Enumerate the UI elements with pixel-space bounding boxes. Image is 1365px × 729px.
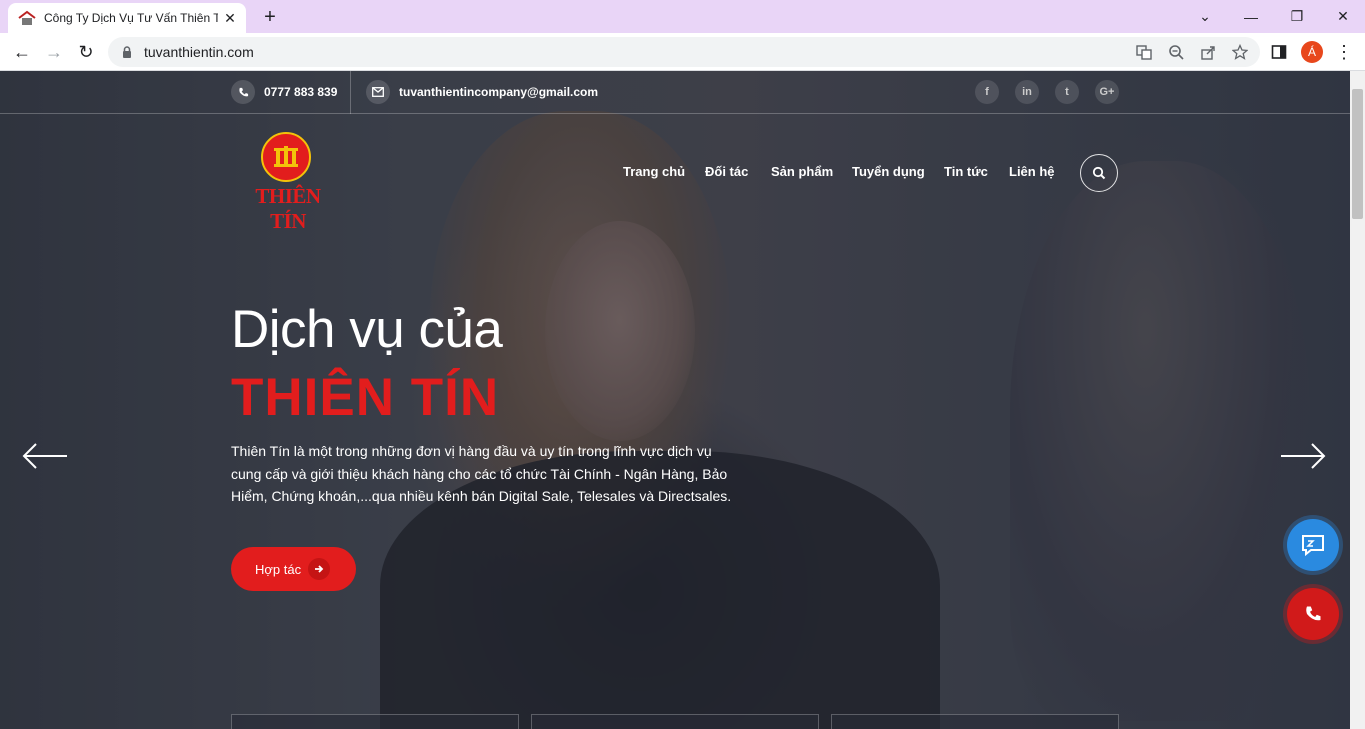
phone-number: 0777 883 839: [264, 85, 338, 99]
minimize-icon[interactable]: —: [1228, 0, 1274, 33]
hero-title-line1: Dịch vụ của: [231, 300, 503, 359]
phone-contact[interactable]: 0777 883 839: [231, 80, 337, 104]
cooperate-button-label: Hợp tác: [255, 561, 302, 577]
restore-icon[interactable]: ❐: [1274, 0, 1320, 33]
hero-title-line2: THIÊN TÍN: [231, 368, 500, 427]
logo-text: THIÊN TÍN: [255, 184, 321, 233]
service-card[interactable]: [831, 714, 1119, 729]
facebook-icon[interactable]: f: [975, 80, 999, 104]
url-text: tuvanthientin.com: [144, 44, 254, 60]
site-logo[interactable]: THIÊN TÍN: [236, 132, 340, 233]
close-window-icon[interactable]: ✕: [1320, 0, 1365, 33]
email-address: tuvanthientincompany@gmail.com: [399, 85, 599, 99]
google-plus-icon[interactable]: G+: [1095, 80, 1119, 104]
side-panel-icon[interactable]: [1265, 38, 1293, 66]
address-bar[interactable]: tuvanthientin.com: [108, 37, 1260, 67]
back-icon[interactable]: ←: [8, 38, 36, 66]
zalo-icon: [1302, 535, 1324, 557]
call-button[interactable]: [1287, 588, 1339, 640]
service-card[interactable]: [231, 714, 519, 729]
nav-item-partners[interactable]: Đối tác: [705, 164, 748, 179]
nav-item-home[interactable]: Trang chủ: [623, 164, 685, 179]
cooperate-button[interactable]: Hợp tác: [231, 547, 356, 591]
nav-item-news[interactable]: Tin tức: [944, 164, 988, 179]
phone-icon: [231, 80, 255, 104]
phone-icon: [1306, 606, 1321, 621]
zalo-chat-button[interactable]: [1287, 519, 1339, 571]
hero-section: 0777 883 839 tuvanthientincompany@gmail.…: [0, 71, 1350, 729]
slider-next-arrow-icon[interactable]: [1280, 441, 1326, 471]
zoom-icon[interactable]: [1168, 44, 1184, 60]
close-tab-icon[interactable]: ✕: [222, 10, 238, 26]
slider-prev-arrow-icon[interactable]: [22, 441, 68, 471]
nav-item-contact[interactable]: Liên hệ: [1009, 164, 1055, 179]
lock-icon: [123, 46, 131, 58]
envelope-icon: [366, 80, 390, 104]
browser-tab[interactable]: Công Ty Dịch Vụ Tư Vấn Thiên Tín ✕: [8, 3, 246, 33]
search-button[interactable]: [1080, 154, 1118, 192]
divider: [350, 71, 351, 114]
tab-title: Công Ty Dịch Vụ Tư Vấn Thiên Tín: [44, 11, 218, 25]
service-card[interactable]: [531, 714, 819, 729]
tab-search-icon[interactable]: ⌄: [1182, 0, 1228, 33]
email-contact[interactable]: tuvanthientincompany@gmail.com: [366, 80, 598, 104]
page-scrollbar[interactable]: [1350, 71, 1365, 729]
reload-icon[interactable]: ↻: [72, 38, 100, 66]
search-icon: [1092, 166, 1106, 180]
bookmark-star-icon[interactable]: [1232, 44, 1248, 60]
browser-tab-bar: Công Ty Dịch Vụ Tư Vấn Thiên Tín ✕ + ⌄ —…: [0, 0, 1365, 33]
linkedin-icon[interactable]: in: [1015, 80, 1039, 104]
menu-icon[interactable]: ⋮: [1330, 38, 1358, 66]
forward-icon[interactable]: →: [40, 38, 68, 66]
share-icon[interactable]: [1200, 44, 1216, 60]
site-favicon-icon: [18, 10, 36, 26]
profile-button[interactable]: Á: [1298, 38, 1326, 66]
hero-description: Thiên Tín là một trong những đơn vị hàng…: [231, 443, 732, 504]
browser-toolbar: ← → ↻ tuvanthientin.com Á ⋮: [0, 33, 1365, 71]
logo-emblem-icon: [261, 132, 311, 182]
scrollbar-thumb[interactable]: [1352, 89, 1363, 219]
avatar: Á: [1301, 41, 1323, 63]
arrow-right-icon: [308, 558, 330, 580]
nav-item-careers[interactable]: Tuyển dụng: [852, 164, 925, 179]
translate-icon[interactable]: [1136, 44, 1152, 60]
new-tab-button[interactable]: +: [258, 5, 282, 29]
contact-bar: 0777 883 839 tuvanthientincompany@gmail.…: [0, 71, 1350, 114]
twitter-icon[interactable]: t: [1055, 80, 1079, 104]
nav-item-products[interactable]: Sản phẩm: [771, 164, 833, 179]
